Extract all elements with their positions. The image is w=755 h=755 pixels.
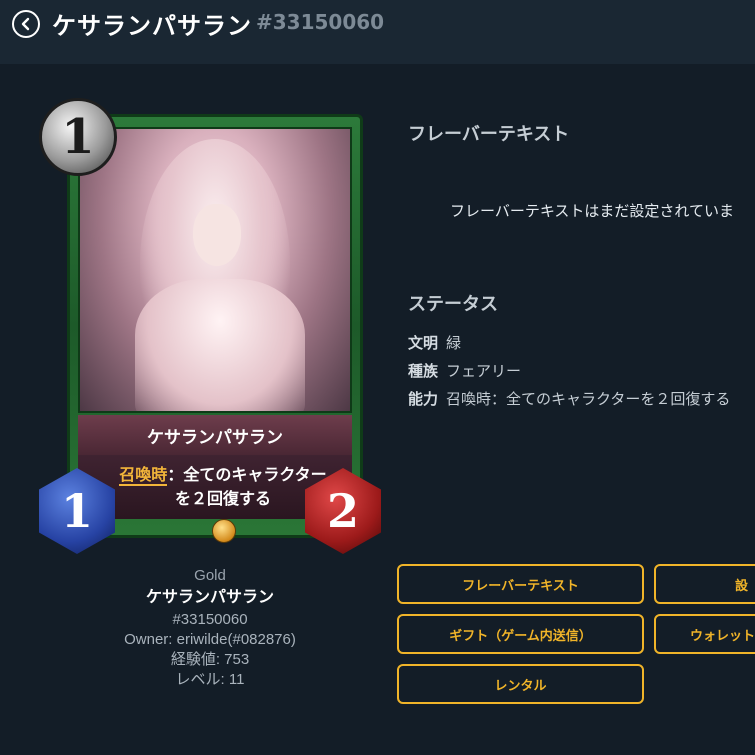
attack-value: 1	[60, 484, 93, 538]
card-info-id: #33150060	[172, 611, 248, 628]
ability-text-line2: を２回復する	[174, 489, 271, 508]
status-row-ability: 能力 召喚時：全てのキャラクターを２回復する	[408, 388, 730, 409]
status-key: 種族	[408, 362, 439, 380]
flavor-text-button[interactable]: フレーバーテキスト	[397, 564, 644, 604]
ability-keyword: 召喚時	[119, 465, 168, 486]
page-header: ケサランパサラン #33150060	[0, 0, 755, 64]
card-owner: Owner: eriwilde(#082876)	[124, 631, 296, 648]
card-name-plate: ケサランパサラン	[78, 415, 352, 455]
flavor-text: フレーバーテキストはまだ設定されていま	[450, 202, 734, 220]
artwork-face	[193, 204, 241, 266]
card-name: ケサランパサラン	[147, 427, 283, 448]
flavor-section-title: フレーバーテキスト	[408, 124, 570, 145]
card-level: レベル: 11	[175, 671, 245, 688]
life-value: 2	[326, 484, 359, 538]
chevron-left-icon	[21, 17, 30, 31]
card-exp: 経験値: 753	[170, 651, 250, 668]
status-key: 能力	[408, 390, 439, 408]
cost-value: 1	[61, 109, 95, 165]
card-grade: Gold	[194, 567, 226, 584]
card-info-name: ケサランパサラン	[145, 589, 274, 606]
status-row-race: 種族 フェアリー	[408, 360, 521, 381]
card-frame: ケサランパサラン 召喚時：全てのキャラクター を２回復する	[67, 114, 363, 543]
page-title: ケサランパサラン	[52, 12, 252, 40]
feather-gold-icon	[212, 519, 236, 543]
artwork-dress	[135, 279, 305, 411]
rental-button[interactable]: レンタル	[397, 664, 644, 704]
card-image: ケサランパサラン 召喚時：全てのキャラクター を２回復する 1 1 2	[39, 98, 381, 554]
wallet-button[interactable]: ウォレット	[654, 614, 755, 654]
status-value: 召喚時：全てのキャラクターを２回復する	[446, 390, 731, 408]
card-info: Gold ケサランパサラン #33150060 Owner: eriwilde(…	[60, 566, 360, 690]
status-row-civilization: 文明緑	[408, 332, 461, 353]
ability-text-line1: ：全てのキャラクター	[167, 465, 327, 484]
card-id: #33150060	[256, 10, 385, 34]
gift-button[interactable]: ギフト（ゲーム内送信）	[397, 614, 644, 654]
status-value: フェアリー	[446, 362, 522, 380]
cost-badge: 1	[39, 98, 117, 176]
card-artwork	[78, 127, 352, 413]
card-ability: 召喚時：全てのキャラクター を２回復する	[108, 463, 338, 511]
back-button[interactable]	[12, 10, 40, 38]
status-section-title: ステータス	[408, 294, 498, 315]
status-value: 緑	[446, 334, 462, 352]
status-key: 文明	[408, 334, 439, 352]
settings-button[interactable]: 設	[654, 564, 755, 604]
